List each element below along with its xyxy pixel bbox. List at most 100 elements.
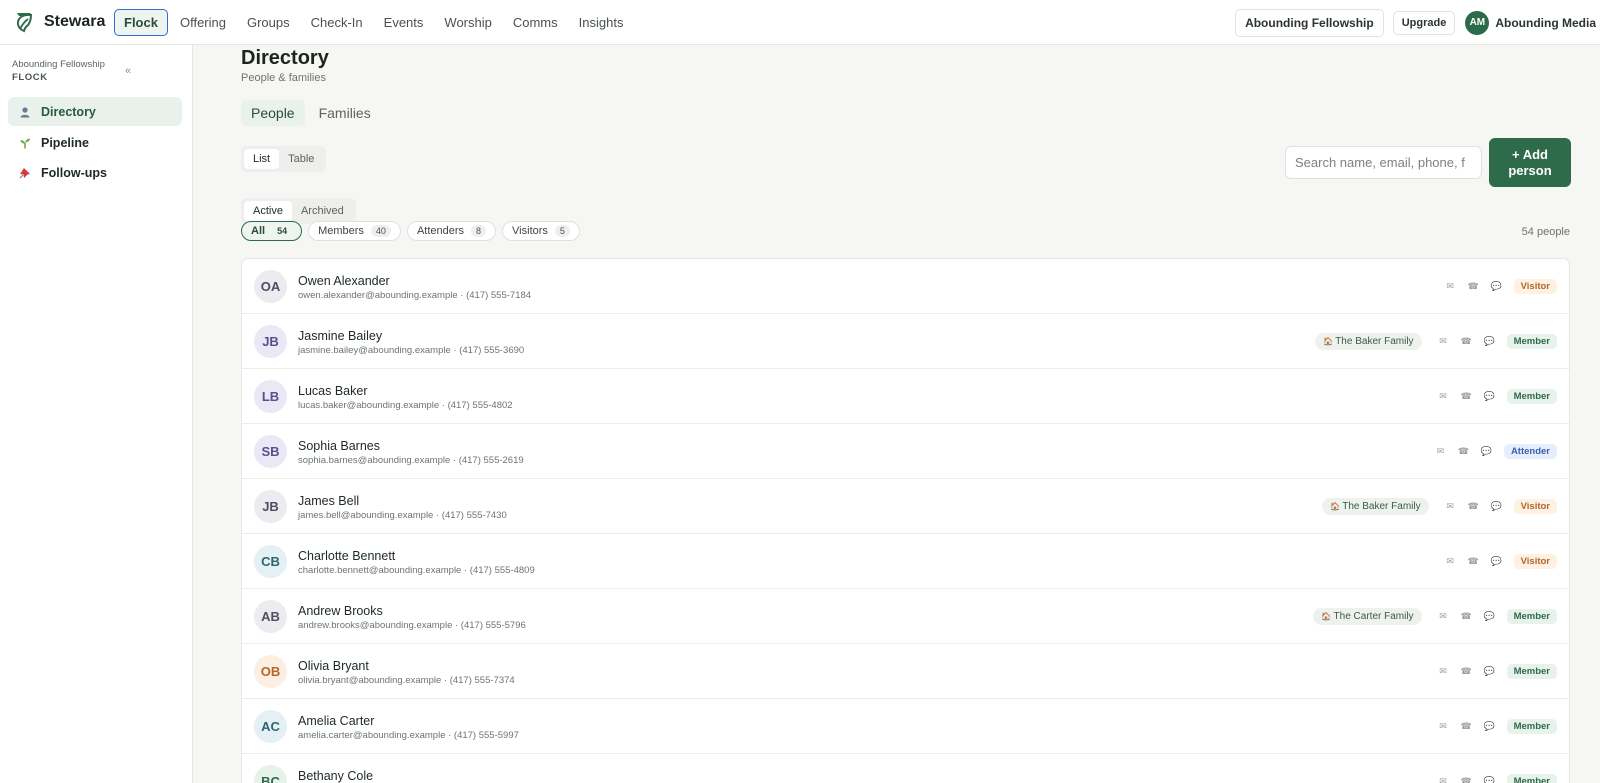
email-icon[interactable]: ✉ — [1432, 336, 1455, 347]
phone-icon[interactable]: ☎ — [1455, 611, 1478, 622]
brand[interactable]: Stewara — [12, 10, 112, 34]
person-row[interactable]: LB Lucas Baker lucas.baker@abounding.examp… — [242, 369, 1569, 424]
sidebar-item-follow-ups[interactable]: Follow-ups — [8, 158, 182, 187]
email-icon[interactable]: ✉ — [1432, 391, 1455, 402]
sidebar-item-label: Follow-ups — [41, 165, 107, 180]
nav-worship[interactable]: Worship — [435, 10, 500, 35]
person-name[interactable]: Jasmine Bailey — [298, 329, 524, 343]
active-toggle[interactable]: Active — [244, 201, 292, 221]
message-icon[interactable]: 💬 — [1478, 721, 1501, 732]
filter-members[interactable]: Members 40 — [308, 221, 401, 241]
person-name[interactable]: Amelia Carter — [298, 714, 519, 728]
message-icon[interactable]: 💬 — [1478, 336, 1501, 347]
family-chip[interactable]: 🏠 The Carter Family — [1313, 608, 1422, 625]
person-row[interactable]: BC Bethany Cole ✉ ☎ 💬 Member — [242, 754, 1569, 783]
person-name[interactable]: Andrew Brooks — [298, 604, 526, 618]
phone-icon[interactable]: ☎ — [1452, 446, 1475, 457]
person-name[interactable]: Sophia Barnes — [298, 439, 524, 453]
nav-comms[interactable]: Comms — [504, 10, 567, 35]
family-name: The Carter Family — [1333, 611, 1414, 622]
email-icon[interactable]: ✉ — [1439, 281, 1462, 292]
page-subtitle: People & families — [241, 72, 326, 84]
top-right-controls: Abounding Fellowship Upgrade AM Aboundin… — [1235, 0, 1600, 45]
email-icon[interactable]: ✉ — [1429, 446, 1452, 457]
nav-check-in[interactable]: Check-In — [302, 10, 372, 35]
email-icon[interactable]: ✉ — [1432, 611, 1455, 622]
nav-offering[interactable]: Offering — [171, 10, 235, 35]
nav-groups[interactable]: Groups — [238, 10, 299, 35]
view-table-button[interactable]: Table — [279, 149, 323, 169]
filter-count: 54 — [277, 226, 288, 236]
sidebar: Abounding Fellowship FLOCK « Directory P… — [0, 45, 193, 783]
nav-events[interactable]: Events — [375, 10, 433, 35]
search-input[interactable] — [1285, 146, 1482, 179]
user-avatar[interactable]: AM — [1465, 10, 1490, 35]
phone-icon[interactable]: ☎ — [1455, 721, 1478, 732]
person-name[interactable]: Olivia Bryant — [298, 659, 515, 673]
sidebar-org: Abounding Fellowship FLOCK — [12, 59, 105, 83]
family-chip[interactable]: 🏠 The Baker Family — [1315, 333, 1422, 350]
sidebar-item-pipeline[interactable]: Pipeline — [8, 128, 182, 157]
email-icon[interactable]: ✉ — [1439, 501, 1462, 512]
family-chip[interactable]: 🏠 The Baker Family — [1322, 498, 1429, 515]
email-icon[interactable]: ✉ — [1439, 556, 1462, 567]
person-row[interactable]: OA Owen Alexander owen.alexander@abounding… — [242, 259, 1569, 314]
row-actions: ✉ ☎ 💬 Member — [1432, 754, 1557, 783]
email-icon[interactable]: ✉ — [1432, 776, 1455, 783]
archived-toggle[interactable]: Archived — [292, 201, 353, 221]
upgrade-button[interactable]: Upgrade — [1392, 10, 1456, 35]
person-row[interactable]: CB Charlotte Bennett charlotte.bennett@abo… — [242, 534, 1569, 589]
person-contact: amelia.carter@abounding.example · (417) … — [298, 730, 519, 741]
person-name[interactable]: Bethany Cole — [298, 769, 373, 783]
person-name[interactable]: James Bell — [298, 494, 507, 508]
phone-icon[interactable]: ☎ — [1462, 501, 1485, 512]
person-row[interactable]: AB Andrew Brooks andrew.brooks@abounding.e… — [242, 589, 1569, 644]
phone-icon[interactable]: ☎ — [1462, 556, 1485, 567]
person-row[interactable]: JB Jasmine Bailey jasmine.bailey@abounding… — [242, 314, 1569, 369]
phone-icon[interactable]: ☎ — [1455, 336, 1478, 347]
person-contact: sophia.barnes@abounding.example · (417) … — [298, 455, 524, 466]
row-actions: ✉ ☎ 💬 Attender — [1429, 424, 1557, 479]
phone-icon[interactable]: ☎ — [1462, 281, 1485, 292]
phone-icon[interactable]: ☎ — [1455, 391, 1478, 402]
person-avatar: JB — [254, 324, 287, 358]
person-name[interactable]: Charlotte Bennett — [298, 549, 535, 563]
filter-all[interactable]: All 54 — [241, 221, 303, 241]
filter-visitors[interactable]: Visitors 5 — [502, 221, 580, 241]
message-icon[interactable]: 💬 — [1485, 556, 1508, 567]
person-row[interactable]: SB Sophia Barnes sophia.barnes@abounding.e… — [242, 424, 1569, 479]
person-info: Jasmine Bailey jasmine.bailey@abounding.e… — [298, 329, 524, 356]
message-icon[interactable]: 💬 — [1478, 391, 1501, 402]
nav-flock[interactable]: Flock — [114, 8, 168, 36]
message-icon[interactable]: 💬 — [1485, 281, 1508, 292]
status-badge: Attender — [1503, 444, 1557, 459]
tab-families[interactable]: Families — [309, 100, 381, 126]
person-info: Olivia Bryant olivia.bryant@abounding.exa… — [298, 659, 515, 686]
phone-icon[interactable]: ☎ — [1455, 666, 1478, 677]
email-icon[interactable]: ✉ — [1432, 721, 1455, 732]
person-row[interactable]: AC Amelia Carter amelia.carter@abounding.e… — [242, 699, 1569, 754]
collapse-sidebar-icon[interactable]: « — [125, 65, 131, 77]
sidebar-item-directory[interactable]: Directory — [8, 97, 182, 126]
org-switcher-button[interactable]: Abounding Fellowship — [1235, 8, 1384, 37]
add-person-button[interactable]: + Add person — [1489, 138, 1571, 187]
person-name[interactable]: Owen Alexander — [298, 274, 531, 288]
person-row[interactable]: JB James Bell james.bell@abounding.example… — [242, 479, 1569, 534]
person-name[interactable]: Lucas Baker — [298, 384, 513, 398]
message-icon[interactable]: 💬 — [1475, 446, 1498, 457]
message-icon[interactable]: 💬 — [1485, 501, 1508, 512]
view-list-button[interactable]: List — [244, 149, 280, 169]
phone-icon[interactable]: ☎ — [1455, 776, 1478, 783]
email-icon[interactable]: ✉ — [1432, 666, 1455, 677]
message-icon[interactable]: 💬 — [1478, 666, 1501, 677]
person-info: Andrew Brooks andrew.brooks@abounding.exa… — [298, 604, 526, 631]
nav-insights[interactable]: Insights — [570, 10, 633, 35]
message-icon[interactable]: 💬 — [1478, 776, 1501, 783]
filter-count: 40 — [370, 225, 391, 237]
person-info: Amelia Carter amelia.carter@abounding.exa… — [298, 714, 519, 741]
message-icon[interactable]: 💬 — [1478, 611, 1501, 622]
person-row[interactable]: OB Olivia Bryant olivia.bryant@abounding.e… — [242, 644, 1569, 699]
user-menu[interactable]: Abounding Media — [1495, 16, 1596, 30]
tab-people[interactable]: People — [241, 100, 305, 126]
filter-attenders[interactable]: Attenders 8 — [406, 221, 497, 241]
